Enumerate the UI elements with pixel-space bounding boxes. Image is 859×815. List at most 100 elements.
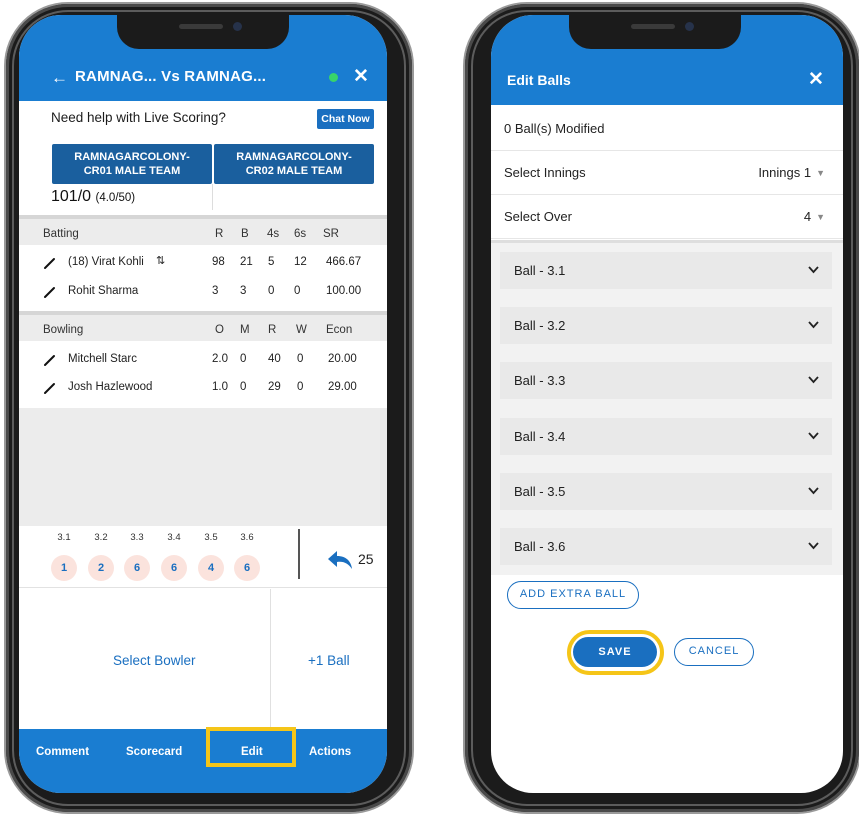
bowler-wickets: 0	[297, 381, 304, 393]
chevron-down-icon	[808, 376, 819, 384]
team-tab-1[interactable]: RAMNAGARCOLONY- CR01 MALE TEAM	[52, 144, 212, 184]
match-title: RAMNAG... Vs RAMNAG...	[75, 68, 267, 85]
select-innings-row[interactable]: Select Innings Innings 1 ▼	[491, 151, 843, 195]
ball-label: 3.4	[167, 532, 181, 543]
pencil-icon[interactable]	[43, 285, 57, 299]
action-divider	[270, 589, 271, 729]
vertical-divider	[298, 529, 300, 579]
bowler-overs: 1.0	[212, 381, 228, 393]
ball-accordion[interactable]: Ball - 3.3	[500, 362, 832, 399]
batter-row[interactable]: (18) Virat Kohli ⇅ 98 21 5 12 466.67	[19, 249, 387, 277]
live-status-dot-icon	[329, 73, 338, 82]
batter-balls: 21	[240, 256, 253, 268]
team-1-name-line2: CR01 MALE TEAM	[83, 165, 181, 177]
add-extra-ball-button[interactable]: ADD EXTRA BALL	[507, 581, 639, 609]
undo-count: 25	[358, 551, 374, 567]
score-runs: 101/0	[51, 188, 92, 205]
bowler-name: Mitchell Starc	[68, 353, 138, 365]
select-bowler-button[interactable]: Select Bowler	[113, 653, 196, 668]
score-overs: (4.0/50)	[95, 192, 136, 204]
nav-scorecard[interactable]: Scorecard	[126, 746, 182, 758]
nav-comment[interactable]: Comment	[36, 746, 89, 758]
ball-label: Ball - 3.1	[514, 263, 566, 278]
page-title: Edit Balls	[507, 72, 571, 88]
batter-row[interactable]: Rohit Sharma 3 3 0 0 100.00	[19, 278, 387, 306]
ball-runs-chip[interactable]: 6	[124, 555, 150, 581]
team-2-name-line1: RAMNAGARCOLONY-	[236, 151, 352, 163]
pencil-icon[interactable]	[43, 256, 57, 270]
plus-one-ball-button[interactable]: +1 Ball	[308, 653, 350, 668]
chat-now-button[interactable]: Chat Now	[317, 109, 374, 129]
bowler-maidens: 0	[240, 381, 247, 393]
batter-runs: 3	[212, 285, 219, 297]
ball-runs-chip[interactable]: 2	[88, 555, 114, 581]
bowler-wickets: 0	[297, 353, 304, 365]
innings-value: Innings 1	[758, 165, 812, 180]
over-dropdown[interactable]: 4 ▼	[804, 209, 825, 224]
bowler-runs: 29	[268, 381, 281, 393]
ball-accordion[interactable]: Ball - 3.1	[500, 252, 832, 289]
strike-swap-icon[interactable]: ⇅	[156, 254, 165, 267]
bowler-overs: 2.0	[212, 353, 228, 365]
ball-label: 3.5	[204, 532, 218, 543]
bottom-nav: Comment Scorecard Edit Actions	[19, 729, 387, 793]
balls-list: Ball - 3.1 Ball - 3.2 Ball - 3.3 Ball - …	[491, 240, 843, 592]
col-econ: Econ	[326, 324, 353, 336]
caret-down-icon: ▼	[816, 212, 825, 222]
team-tab-2[interactable]: RAMNAGARCOLONY- CR02 MALE TEAM	[214, 144, 374, 184]
bowler-econ: 20.00	[328, 353, 357, 365]
ball-accordion[interactable]: Ball - 3.2	[500, 307, 832, 344]
live-scoring-screen: ← RAMNAG... Vs RAMNAG... ✕ Need help wit…	[19, 15, 387, 793]
col-b: B	[241, 228, 249, 240]
batter-fours: 0	[268, 285, 275, 297]
close-icon[interactable]: ✕	[808, 68, 824, 91]
col-r: R	[268, 324, 277, 336]
ball-accordion[interactable]: Ball - 3.6	[500, 528, 832, 565]
col-sr: SR	[323, 228, 339, 240]
ball-label: Ball - 3.5	[514, 484, 566, 499]
col-m: M	[240, 324, 250, 336]
ball-runs-chip[interactable]: 1	[51, 555, 77, 581]
pencil-icon[interactable]	[43, 381, 57, 395]
bowler-econ: 29.00	[328, 381, 357, 393]
back-arrow-icon[interactable]: ←	[51, 68, 68, 88]
ball-runs-chip[interactable]: 6	[161, 555, 187, 581]
ball-label: Ball - 3.2	[514, 318, 566, 333]
save-highlight-box	[567, 630, 664, 675]
phone-notch	[117, 15, 289, 49]
chevron-down-icon	[808, 321, 819, 329]
undo-icon[interactable]	[327, 549, 353, 571]
col-6s: 6s	[294, 228, 307, 240]
select-over-label: Select Over	[504, 209, 572, 224]
chevron-down-icon	[808, 542, 819, 550]
nav-actions[interactable]: Actions	[309, 746, 351, 758]
ball-runs-chip[interactable]: 4	[198, 555, 224, 581]
edit-balls-screen: Edit Balls ✕ 0 Ball(s) Modified Select I…	[491, 15, 843, 793]
chevron-down-icon	[808, 432, 819, 440]
ball-accordion[interactable]: Ball - 3.5	[500, 473, 832, 510]
close-icon[interactable]: ✕	[353, 65, 369, 88]
caret-down-icon: ▼	[816, 168, 825, 178]
select-over-row[interactable]: Select Over 4 ▼	[491, 195, 843, 239]
batter-sr: 100.00	[326, 285, 362, 297]
ball-label: 3.3	[130, 532, 144, 543]
pencil-icon[interactable]	[43, 353, 57, 367]
ball-runs-chip[interactable]: 6	[234, 555, 260, 581]
batter-name: (18) Virat Kohli	[68, 256, 144, 268]
batter-sixes: 0	[294, 285, 301, 297]
empty-panel	[19, 408, 387, 526]
help-text: Need help with Live Scoring?	[51, 110, 226, 125]
chevron-down-icon	[808, 266, 819, 274]
ball-accordion[interactable]: Ball - 3.4	[500, 418, 832, 455]
ball-label: 3.1	[57, 532, 71, 543]
chevron-down-icon	[808, 487, 819, 495]
cancel-button[interactable]: CANCEL	[674, 638, 754, 666]
bowler-row[interactable]: Mitchell Starc 2.0 0 40 0 20.00	[19, 346, 387, 374]
batter-name: Rohit Sharma	[68, 285, 139, 297]
bowler-name: Josh Hazlewood	[68, 381, 153, 393]
team-2-name-line2: CR02 MALE TEAM	[245, 165, 343, 177]
batter-runs: 98	[212, 256, 225, 268]
innings-dropdown[interactable]: Innings 1 ▼	[758, 165, 825, 180]
ball-label: Ball - 3.3	[514, 373, 566, 388]
bowler-row[interactable]: Josh Hazlewood 1.0 0 29 0 29.00	[19, 374, 387, 402]
